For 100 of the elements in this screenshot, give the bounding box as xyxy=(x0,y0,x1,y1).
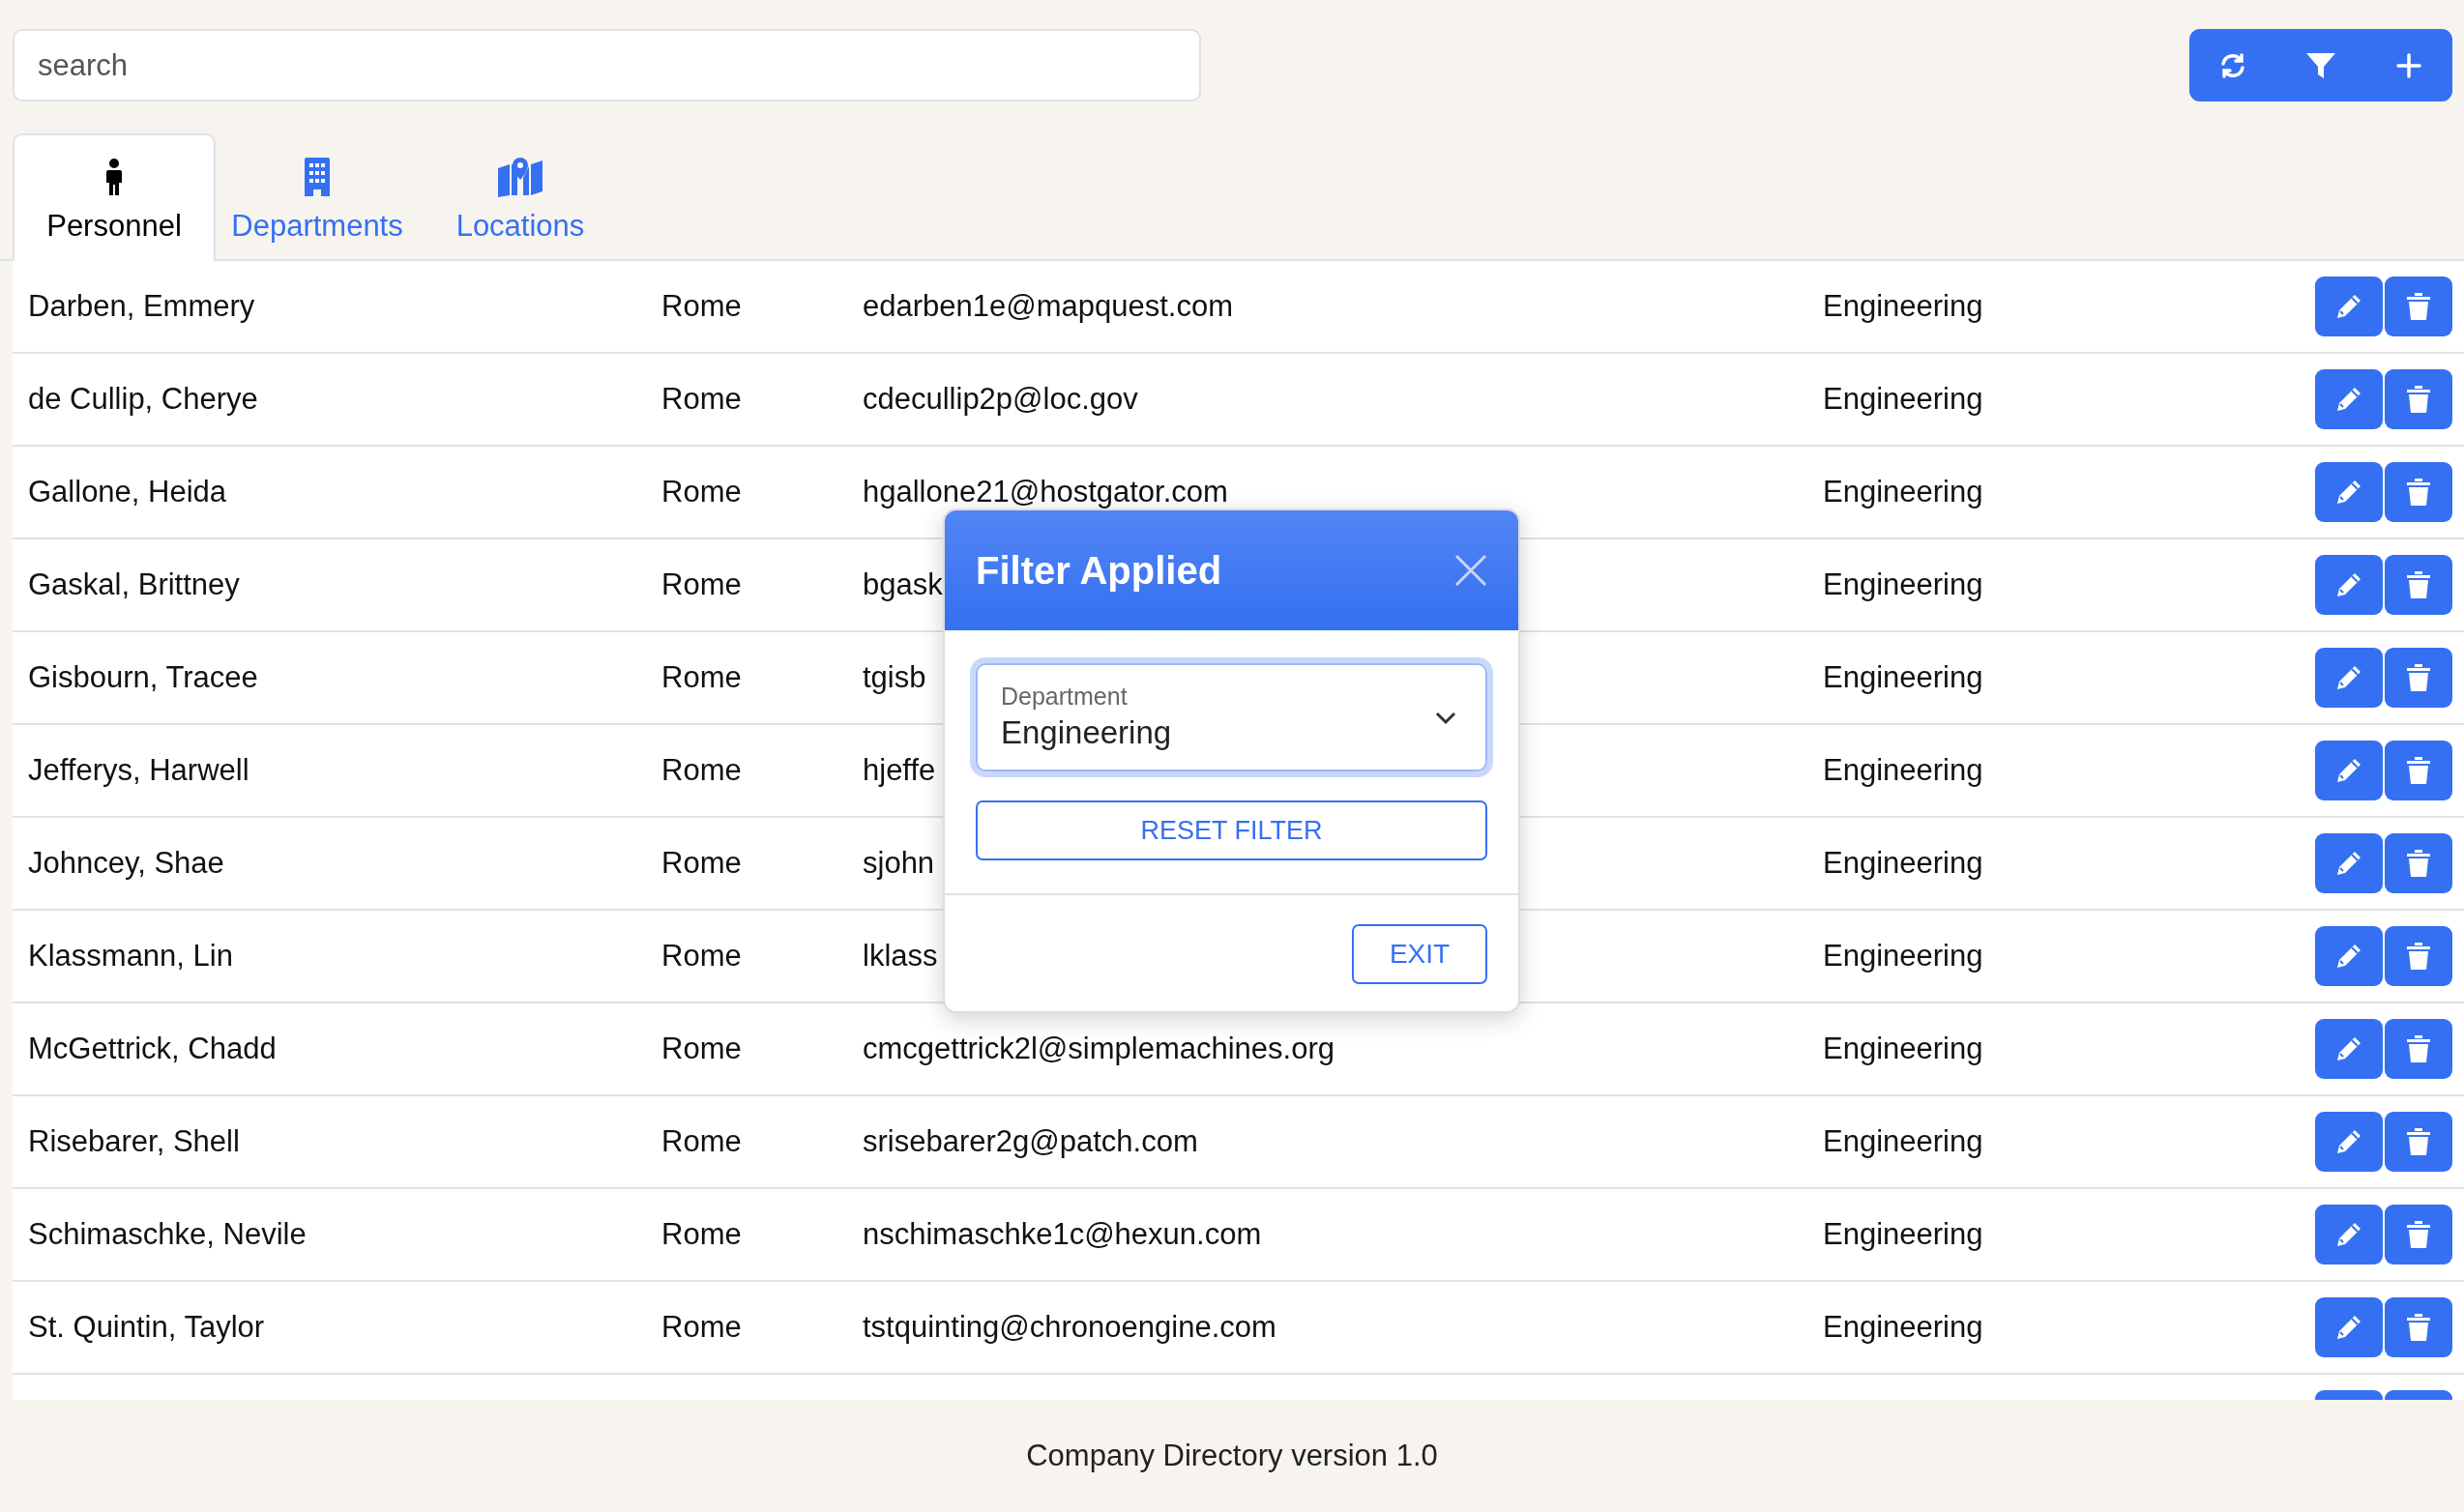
table-cell: Gallone, Heida xyxy=(28,475,227,509)
edit-button[interactable] xyxy=(2315,1205,2383,1265)
edit-button[interactable] xyxy=(2315,648,2383,708)
pencil-icon xyxy=(2335,850,2362,877)
edit-button[interactable] xyxy=(2315,1297,2383,1357)
exit-button[interactable]: EXIT xyxy=(1352,924,1487,984)
table-cell: Engineering xyxy=(1823,567,1983,601)
footer-text: Company Directory version 1.0 xyxy=(1026,1439,1438,1473)
delete-button[interactable] xyxy=(2385,1205,2452,1265)
table-cell: Risebarer, Shell xyxy=(28,1124,240,1158)
pencil-icon xyxy=(2335,943,2362,970)
table-cell: hgallone21@hostgator.com xyxy=(863,475,1228,509)
trash-icon xyxy=(2406,478,2431,507)
table-cell: Johncey, Shae xyxy=(28,846,224,880)
building-icon xyxy=(302,157,333,197)
delete-button[interactable] xyxy=(2385,555,2452,615)
pencil-icon xyxy=(2335,479,2362,506)
trash-icon xyxy=(2406,756,2431,785)
trash-icon xyxy=(2406,1313,2431,1342)
pencil-icon xyxy=(2335,571,2362,598)
table-cell: Rome xyxy=(661,1217,742,1251)
table-cell: Rome xyxy=(661,939,742,973)
delete-button[interactable] xyxy=(2385,462,2452,522)
table-cell: Rome xyxy=(661,1310,742,1344)
trash-icon xyxy=(2406,292,2431,321)
table-cell: lklass xyxy=(863,939,938,973)
pencil-icon xyxy=(2335,1128,2362,1155)
edit-button[interactable] xyxy=(2315,276,2383,336)
table-cell: Rome xyxy=(661,846,742,880)
table-cell: Gisbourn, Tracee xyxy=(28,660,258,694)
edit-button[interactable] xyxy=(2315,1112,2383,1172)
edit-button[interactable] xyxy=(2315,1019,2383,1079)
table-cell: Engineering xyxy=(1823,1124,1983,1158)
pencil-icon xyxy=(2335,1035,2362,1062)
close-button[interactable] xyxy=(1454,554,1487,587)
table-cell: srisebarer2g@patch.com xyxy=(863,1124,1198,1158)
pencil-icon xyxy=(2335,1221,2362,1248)
delete-button[interactable] xyxy=(2385,833,2452,893)
delete-button[interactable] xyxy=(2385,369,2452,429)
table-cell: Engineering xyxy=(1823,846,1983,880)
delete-button[interactable] xyxy=(2385,276,2452,336)
trash-icon xyxy=(2406,942,2431,971)
table-cell: Engineering xyxy=(1823,1217,1983,1251)
table-cell: edarben1e@mapquest.com xyxy=(863,289,1234,323)
table-cell: hjeffe xyxy=(863,753,936,787)
table-cell: Rome xyxy=(661,289,742,323)
table-cell: Rome xyxy=(661,382,742,416)
chevron-icon xyxy=(1435,712,1456,725)
trash-icon xyxy=(2406,663,2431,692)
tab[interactable]: Locations xyxy=(419,133,622,261)
table-cell: Engineering xyxy=(1823,382,1983,416)
table-cell: Rome xyxy=(661,567,742,601)
table-cell: Engineering xyxy=(1823,660,1983,694)
person-icon xyxy=(103,159,125,197)
trash-icon xyxy=(2406,1034,2431,1063)
reset-filter-button[interactable]: RESET FILTER xyxy=(976,800,1487,860)
pencil-icon xyxy=(2335,664,2362,691)
table-cell: Klassmann, Lin xyxy=(28,939,233,973)
table-cell: sjohn xyxy=(863,846,935,880)
table-cell: cmcgettrick2l@simplemachines.org xyxy=(863,1032,1335,1065)
table-cell: Darben, Emmery xyxy=(28,289,255,323)
table-cell: Rome xyxy=(661,1124,742,1158)
edit-button[interactable] xyxy=(2315,833,2383,893)
edit-button[interactable] xyxy=(2315,926,2383,986)
tab[interactable]: Personnel xyxy=(13,133,216,261)
table-cell: Rome xyxy=(661,475,742,509)
edit-button[interactable] xyxy=(2315,462,2383,522)
delete-button[interactable] xyxy=(2385,1112,2452,1172)
delete-button[interactable] xyxy=(2385,1297,2452,1357)
delete-button[interactable] xyxy=(2385,1019,2452,1079)
table-cell: Schimaschke, Nevile xyxy=(28,1217,307,1251)
table-cell: Engineering xyxy=(1823,1310,1983,1344)
table-cell: Jefferys, Harwell xyxy=(28,753,249,787)
table-cell: Engineering xyxy=(1823,289,1983,323)
delete-button[interactable] xyxy=(2385,926,2452,986)
table-cell: Rome xyxy=(661,660,742,694)
close-icon xyxy=(1454,554,1487,587)
table-cell: tstquinting@chronoengine.com xyxy=(863,1310,1276,1344)
table-cell: Engineering xyxy=(1823,753,1983,787)
table-cell: Engineering xyxy=(1823,475,1983,509)
table-cell: Engineering xyxy=(1823,939,1983,973)
table-cell: McGettrick, Chadd xyxy=(28,1032,277,1065)
edit-button[interactable] xyxy=(2315,555,2383,615)
pencil-icon xyxy=(2335,1314,2362,1341)
tab[interactable]: Departments xyxy=(216,133,419,261)
table-cell: St. Quintin, Taylor xyxy=(28,1310,265,1344)
add-icon xyxy=(2395,52,2421,78)
edit-button[interactable] xyxy=(2315,369,2383,429)
delete-button[interactable] xyxy=(2385,648,2452,708)
trash-icon xyxy=(2406,385,2431,414)
dialog-title: Filter Applied xyxy=(976,548,1222,593)
map-icon xyxy=(497,157,543,197)
filter-icon xyxy=(2305,51,2336,79)
delete-button[interactable] xyxy=(2385,741,2452,800)
table-cell: bgask xyxy=(863,567,943,601)
edit-button[interactable] xyxy=(2315,741,2383,800)
trash-icon xyxy=(2406,849,2431,878)
table-cell: nschimaschke1c@hexun.com xyxy=(863,1217,1262,1251)
table-cell: Rome xyxy=(661,753,742,787)
search-field[interactable]: search xyxy=(13,29,1201,102)
